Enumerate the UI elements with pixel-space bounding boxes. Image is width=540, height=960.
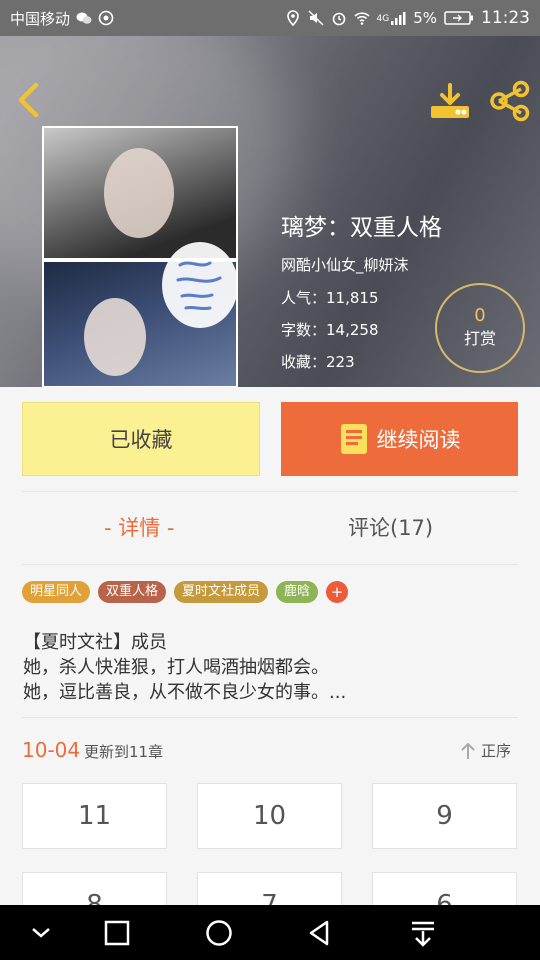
popularity-label: 人气： [281,289,327,307]
continue-reading-label: 继续阅读 [376,428,461,452]
divider [22,717,518,718]
word-count-value: 14,258 [326,321,379,339]
back-button[interactable] [12,80,46,120]
word-count-stat: 字数：14,258 [281,319,379,340]
tab-details[interactable]: - 详情 - [104,512,175,542]
divider [22,491,518,492]
intro-line: 她，杀人快准狠，打人喝酒抽烟都会。 [23,657,329,678]
tag-item[interactable]: 夏时文社成员 [174,581,269,603]
network-type: 4G [376,14,390,24]
collected-label: 已收藏 [109,428,173,452]
cover-title-seal [162,242,236,328]
app-notify-icon [98,10,114,26]
navigation-bar [0,905,540,960]
sort-toggle[interactable]: 正序 [459,740,511,761]
tag-list: 明星同人 双重人格 夏时文社成员 鹿晗 + [22,581,349,603]
intro-line: 她，逗比善良，从不做不良少女的事。... [23,682,347,703]
update-date: 10-04 [22,738,81,762]
arrow-up-icon [461,742,475,759]
book-author[interactable]: 网酷小仙女_柳妍沫 [281,254,409,275]
collections-value: 223 [326,353,355,371]
location-icon [286,10,299,26]
mute-icon [307,10,324,26]
book-title: 璃梦：双重人格 [281,215,442,241]
chapter-button[interactable]: 10 [197,783,342,849]
divider [22,564,518,565]
chapter-button[interactable]: 9 [372,783,517,849]
back-nav-icon[interactable] [303,917,337,949]
carrier-label: 中国移动 [10,9,71,28]
recent-apps-icon[interactable] [100,917,134,949]
share-icon[interactable] [488,80,532,122]
collected-button[interactable]: 已收藏 [22,402,260,476]
popularity-value: 11,815 [326,289,379,307]
wechat-icon [76,12,92,24]
download-icon[interactable] [428,82,472,122]
intro-line: 【夏时文社】成员 [23,632,167,653]
book-intro[interactable]: 【夏时文社】成员 她，杀人快准狠，打人喝酒抽烟都会。 她，逗比善良，从不做不良少… [23,630,346,705]
reward-button[interactable]: 0 打赏 [435,283,525,373]
popularity-stat: 人气：11,815 [281,287,379,308]
cover-photo-top [44,128,236,258]
tag-item[interactable]: 双重人格 [98,581,167,603]
clock: 11:23 [481,8,530,28]
continue-reading-button[interactable]: 继续阅读 [281,402,518,476]
chapter-button[interactable]: 11 [22,783,167,849]
book-header: 璃梦：双重人格 网酷小仙女_柳妍沫 人气：11,815 字数：14,258 收藏… [0,36,540,387]
notification-shade-icon[interactable] [406,917,440,949]
alarm-icon [332,12,345,26]
chevron-down-icon[interactable] [24,917,58,949]
battery-percent: 5% [413,9,437,27]
update-text: 更新到11章 [84,743,164,761]
collections-stat: 收藏：223 [281,351,355,372]
tab-comments[interactable]: 评论(17) [348,512,433,542]
reward-label: 打赏 [463,329,496,348]
book-icon [340,424,367,454]
collections-label: 收藏： [281,353,327,371]
reward-count: 0 [474,305,486,326]
tag-item[interactable]: 明星同人 [22,581,91,603]
add-tag-button[interactable]: + [326,581,349,603]
signal-icon [391,12,406,25]
book-cover[interactable] [42,126,238,387]
wifi-icon [353,12,370,25]
sort-label: 正序 [481,742,512,760]
battery-icon [444,11,473,25]
word-count-label: 字数： [281,321,327,339]
home-icon[interactable] [202,917,236,949]
status-bar: 中国移动 4G 5% 11:23 [0,0,540,36]
tag-item[interactable]: 鹿晗 [276,581,319,603]
